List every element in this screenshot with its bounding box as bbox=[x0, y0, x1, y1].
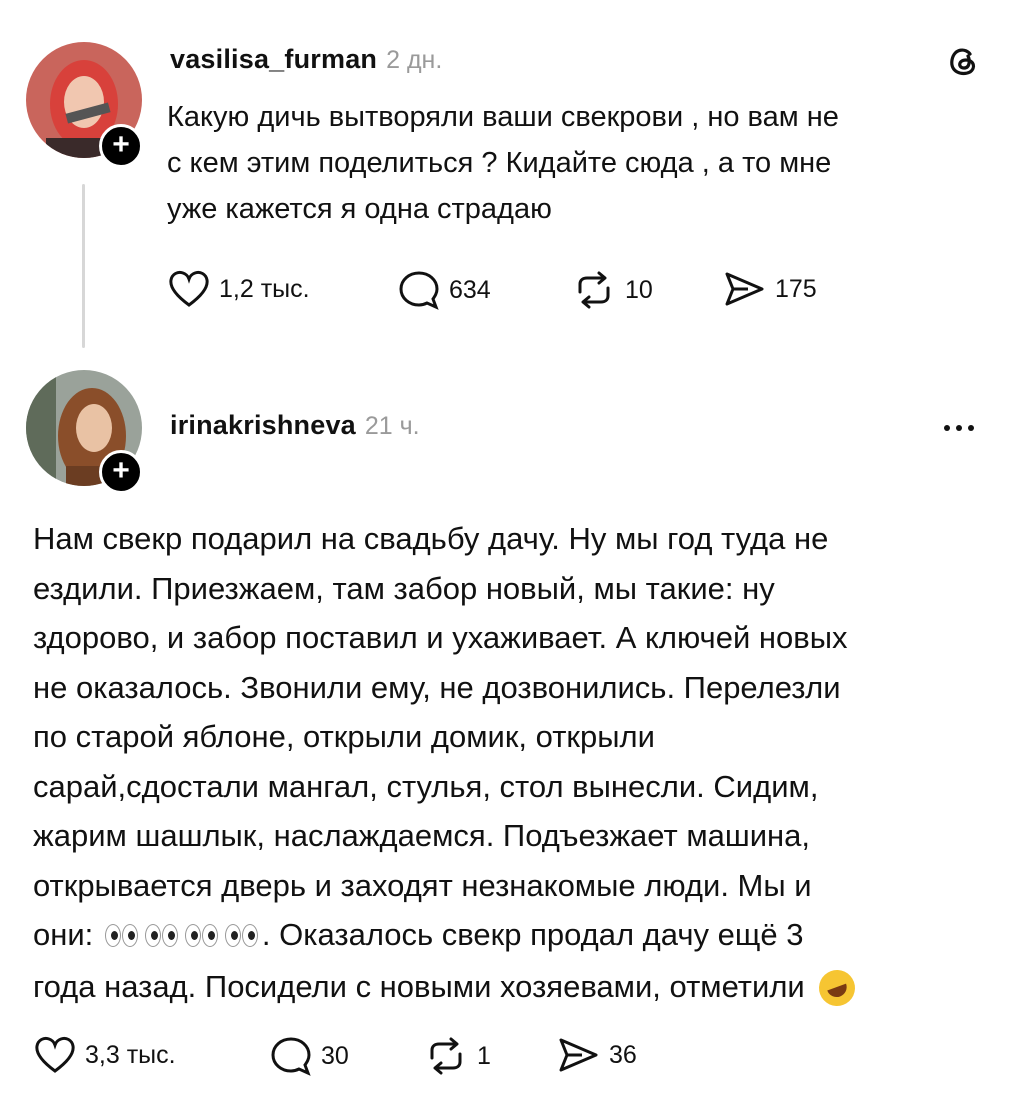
reply-line: открывается дверь и заходят незнакомые л… bbox=[33, 867, 812, 903]
comment-button[interactable]: 30 bbox=[270, 1036, 349, 1076]
reply-line: ездили. Приезжаем, там забор новый, мы т… bbox=[33, 570, 775, 606]
repost-icon bbox=[430, 1037, 462, 1075]
more-dots-icon[interactable] bbox=[944, 425, 974, 431]
like-button[interactable]: 1,2 тыс. bbox=[168, 270, 310, 308]
comment-bubble-icon bbox=[399, 271, 439, 310]
eyes-emoji bbox=[184, 912, 219, 962]
reply-line: года назад. Посидели с новыми хозяевами,… bbox=[33, 962, 861, 1012]
rolling-laughing-emoji bbox=[814, 965, 861, 1012]
repost-button[interactable]: 10 bbox=[572, 270, 653, 310]
follow-plus-icon[interactable]: + bbox=[99, 450, 143, 494]
reply-line-prefix: они: bbox=[33, 917, 94, 952]
reply-time: 21 ч. bbox=[364, 412, 420, 440]
repost-count: 10 bbox=[625, 275, 653, 304]
comment-count: 634 bbox=[449, 275, 491, 304]
share-button[interactable]: 175 bbox=[722, 270, 817, 308]
like-count: 1,2 тыс. bbox=[219, 274, 310, 303]
reply-line: жарим шашлык, наслаждаемся. Подъезжает м… bbox=[33, 818, 811, 853]
threads-logo-icon[interactable] bbox=[944, 42, 982, 85]
follow-plus-icon[interactable]: + bbox=[99, 124, 143, 168]
post-time: 2 дн. bbox=[386, 46, 443, 74]
comment-button[interactable]: 634 bbox=[398, 270, 491, 310]
reply-line: они: . Оказалось свекр продал дачу ещё 3 bbox=[33, 910, 855, 962]
reply-line: по старой яблоне, открыли домик, открыли bbox=[33, 719, 655, 754]
reply-line: сарай,сдостали мангал, стулья, стол выне… bbox=[33, 768, 819, 804]
reply-line-suffix: . Оказалось свекр продал дачу ещё 3 bbox=[261, 917, 804, 952]
post-line: Какую дичь вытворяли ваши свекрови , но … bbox=[167, 101, 839, 133]
comment-count: 30 bbox=[321, 1041, 349, 1070]
reply-header: irinakrishneva 21 ч. bbox=[170, 410, 420, 441]
reply-line: не оказалось. Звонили ему, не дозвонилис… bbox=[33, 669, 841, 705]
post-line: с кем этим поделиться ? Кидайте сюда , а… bbox=[167, 147, 832, 179]
repost-count: 1 bbox=[477, 1041, 491, 1070]
post-username[interactable]: vasilisa_furman bbox=[170, 44, 377, 75]
heart-icon bbox=[169, 270, 209, 307]
share-count: 36 bbox=[609, 1040, 637, 1069]
reply-line: здорово, и забор поставил и ухаживает. А… bbox=[33, 620, 848, 655]
send-icon bbox=[725, 272, 764, 306]
heart-icon bbox=[35, 1036, 75, 1073]
eyes-emoji bbox=[144, 912, 179, 962]
eyes-emoji bbox=[224, 912, 259, 962]
reply-line-text: года назад. Посидели с новыми хозяевами,… bbox=[33, 968, 805, 1004]
reply-username[interactable]: irinakrishneva bbox=[170, 410, 356, 441]
repost-icon bbox=[578, 271, 610, 309]
eyes-emoji bbox=[104, 912, 139, 962]
like-count: 3,3 тыс. bbox=[85, 1040, 176, 1069]
post-line: уже кажется я одна страдаю bbox=[167, 193, 552, 225]
post-header: vasilisa_furman 2 дн. bbox=[170, 44, 442, 75]
send-icon bbox=[559, 1038, 598, 1072]
share-count: 175 bbox=[775, 274, 817, 303]
post-body: Какую дичь вытворяли ваши свекрови , но … bbox=[167, 94, 839, 232]
repost-button[interactable]: 1 bbox=[424, 1036, 491, 1076]
thread-connector-line bbox=[82, 184, 85, 348]
reply-line: Нам свекр подарил на свадьбу дачу. Ну мы… bbox=[33, 521, 829, 556]
share-button[interactable]: 36 bbox=[556, 1036, 637, 1074]
comment-bubble-icon bbox=[271, 1037, 311, 1076]
like-button[interactable]: 3,3 тыс. bbox=[34, 1036, 176, 1074]
reply-body: Нам свекр подарил на свадьбу дачу. Ну мы… bbox=[33, 514, 861, 1012]
